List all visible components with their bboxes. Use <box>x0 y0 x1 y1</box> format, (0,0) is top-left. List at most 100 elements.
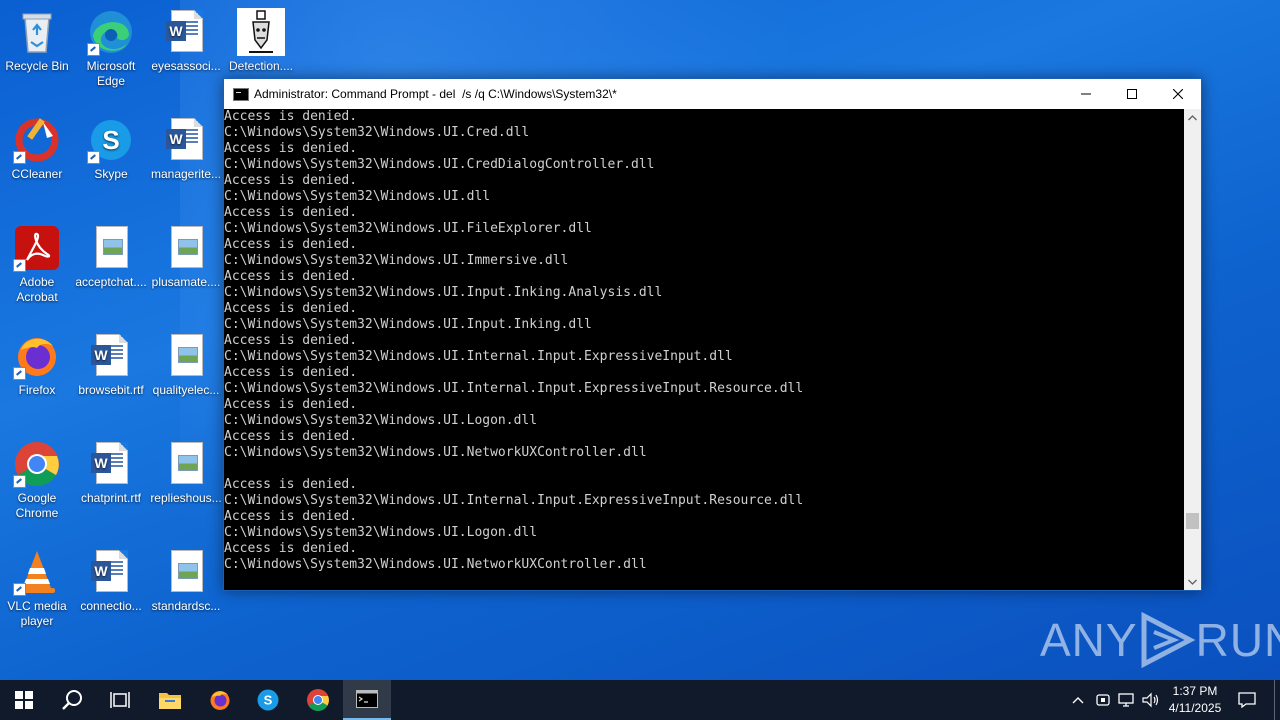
taskbar-clock[interactable]: 1:37 PM 4/11/2025 <box>1158 683 1232 717</box>
vertical-scrollbar[interactable] <box>1184 109 1201 590</box>
image-file-icon <box>162 224 210 272</box>
desktop-icon-ccleaner[interactable]: CCleaner <box>0 116 74 182</box>
console-line: Access is denied. <box>224 541 358 556</box>
image-file-icon <box>87 224 135 272</box>
desktop-icon-detection[interactable]: Detection.... <box>224 8 298 74</box>
svg-text:S: S <box>264 693 273 708</box>
desktop-icon-connectio[interactable]: W connectio... <box>74 548 148 614</box>
desktop-icon-label: Firefox <box>18 383 56 397</box>
console-line: Access is denied. <box>224 397 358 412</box>
console-line: C:\Windows\System32\Windows.UI.dll <box>224 189 491 204</box>
task-view-icon <box>110 692 130 708</box>
word-document-icon: W <box>87 548 135 596</box>
desktop-icon-microsoft-edge[interactable]: Microsoft Edge <box>74 8 148 89</box>
console-line: C:\Windows\System32\Windows.UI.NetworkUX… <box>224 557 647 572</box>
windows-logo-icon <box>15 691 33 709</box>
window-titlebar[interactable]: Administrator: Command Prompt - del /s /… <box>224 79 1201 109</box>
play-triangle-icon <box>1141 611 1195 669</box>
chrome-icon <box>307 689 329 711</box>
scrollbar-thumb[interactable] <box>1186 513 1199 529</box>
taskbar-command-prompt[interactable] <box>343 680 391 720</box>
folder-icon <box>159 693 181 709</box>
window-title: Administrator: Command Prompt - del /s /… <box>254 87 617 101</box>
minimize-icon <box>1081 93 1091 95</box>
search-button[interactable] <box>48 680 96 720</box>
device-icon <box>1096 694 1110 706</box>
detection-image-icon <box>237 8 285 56</box>
desktop-icon-recycle-bin[interactable]: Recycle Bin <box>0 8 74 74</box>
desktop-icon-qualityelec[interactable]: qualityelec... <box>149 332 223 398</box>
console-output[interactable]: Access is denied. C:\Windows\System32\Win… <box>224 109 1184 590</box>
skype-icon: S <box>257 689 279 711</box>
start-button[interactable] <box>0 680 48 720</box>
console-line: Access is denied. <box>224 173 358 188</box>
vlc-cone-icon <box>13 548 61 596</box>
console-line: C:\Windows\System32\Windows.UI.FileExplo… <box>224 221 592 236</box>
shortcut-arrow-icon <box>13 367 26 380</box>
desktop-icon-label: browsebit.rtf <box>78 383 144 397</box>
anyrun-watermark: ANY RUN <box>1040 610 1280 670</box>
network-button[interactable] <box>1116 680 1138 720</box>
console-line: C:\Windows\System32\Windows.UI.Input.Ink… <box>224 285 663 300</box>
console-line: C:\Windows\System32\Windows.UI.Internal.… <box>224 381 804 396</box>
word-document-icon: W <box>87 440 135 488</box>
scroll-down-arrow-icon[interactable] <box>1184 573 1201 590</box>
svg-text:S: S <box>102 125 119 155</box>
maximize-icon <box>1127 89 1137 99</box>
notification-icon <box>1238 692 1256 708</box>
desktop-icon-standardsc[interactable]: standardsc... <box>149 548 223 614</box>
shortcut-arrow-icon <box>87 151 100 164</box>
chrome-icon <box>13 440 61 488</box>
desktop-icon-chatprint[interactable]: W chatprint.rtf <box>74 440 148 506</box>
desktop-icon-firefox[interactable]: Firefox <box>0 332 74 398</box>
console-line: C:\Windows\System32\Windows.UI.Internal.… <box>224 493 804 508</box>
adobe-acrobat-icon <box>13 224 61 272</box>
desktop-icon-vlc[interactable]: VLC media player <box>0 548 74 629</box>
skype-icon: S <box>87 116 135 164</box>
task-view-button[interactable] <box>96 680 144 720</box>
desktop-icon-adobe-acrobat[interactable]: Adobe Acrobat <box>0 224 74 305</box>
taskbar-skype[interactable]: S <box>244 680 292 720</box>
show-desktop-divider[interactable] <box>1274 680 1275 720</box>
command-prompt-window[interactable]: Administrator: Command Prompt - del /s /… <box>223 78 1202 591</box>
close-icon <box>1173 89 1183 99</box>
taskbar-firefox[interactable] <box>196 680 244 720</box>
taskbar-chrome[interactable] <box>294 680 342 720</box>
edge-icon <box>87 8 135 56</box>
desktop-icon-skype[interactable]: S Skype <box>74 116 148 182</box>
tray-device-icon-button[interactable] <box>1092 680 1114 720</box>
console-line: C:\Windows\System32\Windows.UI.Logon.dll <box>224 413 538 428</box>
show-hidden-icons-button[interactable] <box>1068 680 1088 720</box>
console-line: C:\Windows\System32\Windows.UI.Immersive… <box>224 253 569 268</box>
shortcut-arrow-icon <box>13 583 26 596</box>
desktop-icon-browsebit[interactable]: W browsebit.rtf <box>74 332 148 398</box>
desktop-icon-managerite[interactable]: W managerite... <box>149 116 223 182</box>
maximize-button[interactable] <box>1109 79 1155 109</box>
notifications-button[interactable] <box>1232 680 1262 720</box>
desktop-icon-google-chrome[interactable]: Google Chrome <box>0 440 74 521</box>
desktop-icon-label: CCleaner <box>11 167 63 181</box>
shortcut-arrow-icon <box>13 259 26 272</box>
desktop-icon-label: standardsc... <box>151 599 221 613</box>
image-file-icon <box>162 440 210 488</box>
minimize-button[interactable] <box>1063 79 1109 109</box>
console-line: C:\Windows\System32\Windows.UI.Cred.dll <box>224 125 530 140</box>
desktop-icon-plusamate[interactable]: plusamate.... <box>149 224 223 290</box>
desktop-icon-eyesassoci[interactable]: W eyesassoci... <box>149 8 223 74</box>
desktop-icon-label: chatprint.rtf <box>80 491 142 505</box>
taskbar: S 1:37 PM 4/11/2025 <box>0 680 1280 720</box>
desktop-icon-label: VLC media player <box>7 599 67 628</box>
scroll-up-arrow-icon[interactable] <box>1184 109 1201 126</box>
recycle-bin-icon <box>13 8 61 56</box>
console-line: Access is denied. <box>224 429 358 444</box>
desktop-icon-replieshous[interactable]: replieshous... <box>149 440 223 506</box>
close-button[interactable] <box>1155 79 1201 109</box>
image-file-icon <box>162 548 210 596</box>
desktop-icon-label: plusamate.... <box>151 275 221 289</box>
desktop-icon-acceptchat[interactable]: acceptchat.... <box>74 224 148 290</box>
desktop-icon-label: Google Chrome <box>15 491 59 520</box>
desktop-icon-label: Detection.... <box>228 59 294 73</box>
taskbar-file-explorer[interactable] <box>146 680 194 720</box>
watermark-text-right: RUN <box>1195 614 1280 666</box>
